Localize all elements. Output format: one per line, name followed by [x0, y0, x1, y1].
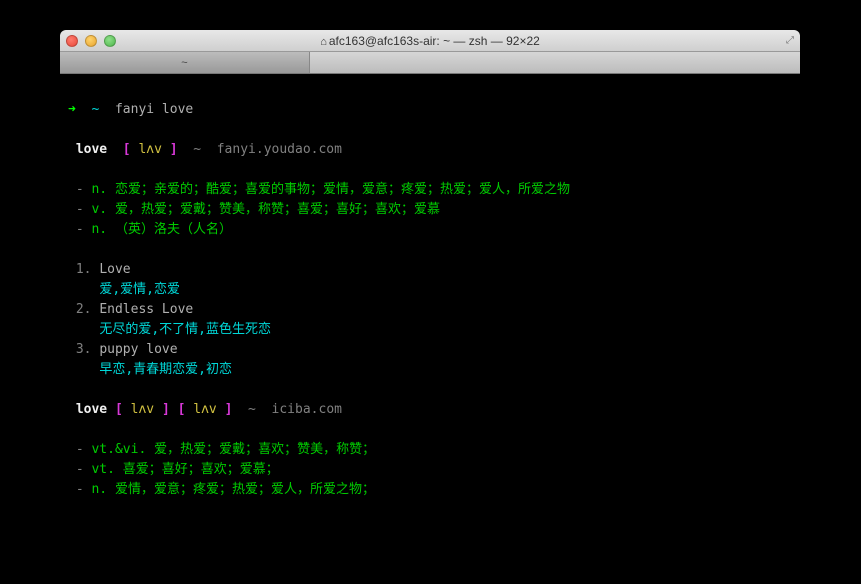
- terminal-window: ⌂afc163@afc163s-air: ~ — zsh — 92×22 ⤢ ~…: [60, 30, 800, 520]
- item-zh: 早恋,青春期恋爱,初恋: [99, 362, 232, 377]
- minimize-icon[interactable]: [85, 35, 97, 47]
- def-text: n. 恋爱；亲爱的；酷爱；喜爱的事物；爱情，爱意；疼爱；热爱；爱人，所爱之物: [91, 182, 569, 197]
- prompt-cwd: ~: [91, 102, 99, 117]
- home-icon: ⌂: [320, 36, 327, 48]
- command: fanyi love: [115, 102, 193, 117]
- def-text: vt.&vi. 爱，热爱；爱戴；喜欢；赞美，称赞；: [91, 442, 375, 457]
- title-text: afc163@afc163s-air: ~ — zsh — 92×22: [329, 34, 540, 48]
- tab-home[interactable]: ~: [60, 52, 310, 73]
- num: 2.: [76, 302, 92, 317]
- def-text: n. 爱情，爱意；疼爱；热爱；爱人，所爱之物；: [91, 482, 374, 497]
- sep: ~: [193, 142, 201, 157]
- iciba-source: iciba.com: [272, 402, 342, 417]
- bracket: [: [123, 142, 131, 157]
- num: 1.: [76, 262, 92, 277]
- item-en: puppy love: [99, 342, 177, 357]
- dash: -: [76, 182, 84, 197]
- tabbar: ~: [60, 52, 800, 74]
- youdao-source: fanyi.youdao.com: [217, 142, 342, 157]
- item-en: Love: [99, 262, 130, 277]
- dash: -: [76, 482, 84, 497]
- phonetic: lʌv: [185, 402, 224, 417]
- num: 3.: [76, 342, 92, 357]
- bracket: ]: [170, 142, 178, 157]
- dash: -: [76, 442, 84, 457]
- traffic-lights: [66, 35, 116, 47]
- close-icon[interactable]: [66, 35, 78, 47]
- phonetic: lʌv: [131, 142, 170, 157]
- item-en: Endless Love: [99, 302, 193, 317]
- sep: ~: [248, 402, 256, 417]
- youdao-word: love: [76, 142, 107, 157]
- prompt-arrow: ➜: [68, 102, 76, 117]
- expand-icon[interactable]: ⤢: [786, 35, 794, 46]
- window-title: ⌂afc163@afc163s-air: ~ — zsh — 92×22: [60, 34, 800, 48]
- bracket: ]: [225, 402, 233, 417]
- bracket: [: [115, 402, 123, 417]
- iciba-word: love: [76, 402, 107, 417]
- titlebar[interactable]: ⌂afc163@afc163s-air: ~ — zsh — 92×22 ⤢: [60, 30, 800, 52]
- def-text: vt. 喜爱；喜好；喜欢；爱慕；: [91, 462, 278, 477]
- def-text: n. （英）洛夫（人名）: [91, 222, 231, 237]
- terminal-body[interactable]: ➜ ~ fanyi love love [ lʌv ] ~ fanyi.youd…: [60, 74, 800, 520]
- def-text: v. 爱，热爱；爱戴；赞美，称赞；喜爱；喜好；喜欢；爱慕: [91, 202, 439, 217]
- bracket: ]: [162, 402, 170, 417]
- dash: -: [76, 462, 84, 477]
- phonetic: lʌv: [123, 402, 162, 417]
- dash: -: [76, 202, 84, 217]
- item-zh: 无尽的爱,不了情,蓝色生死恋: [99, 322, 271, 337]
- zoom-icon[interactable]: [104, 35, 116, 47]
- dash: -: [76, 222, 84, 237]
- tabbar-empty: [310, 52, 800, 73]
- item-zh: 爱,爱情,恋爱: [99, 282, 180, 297]
